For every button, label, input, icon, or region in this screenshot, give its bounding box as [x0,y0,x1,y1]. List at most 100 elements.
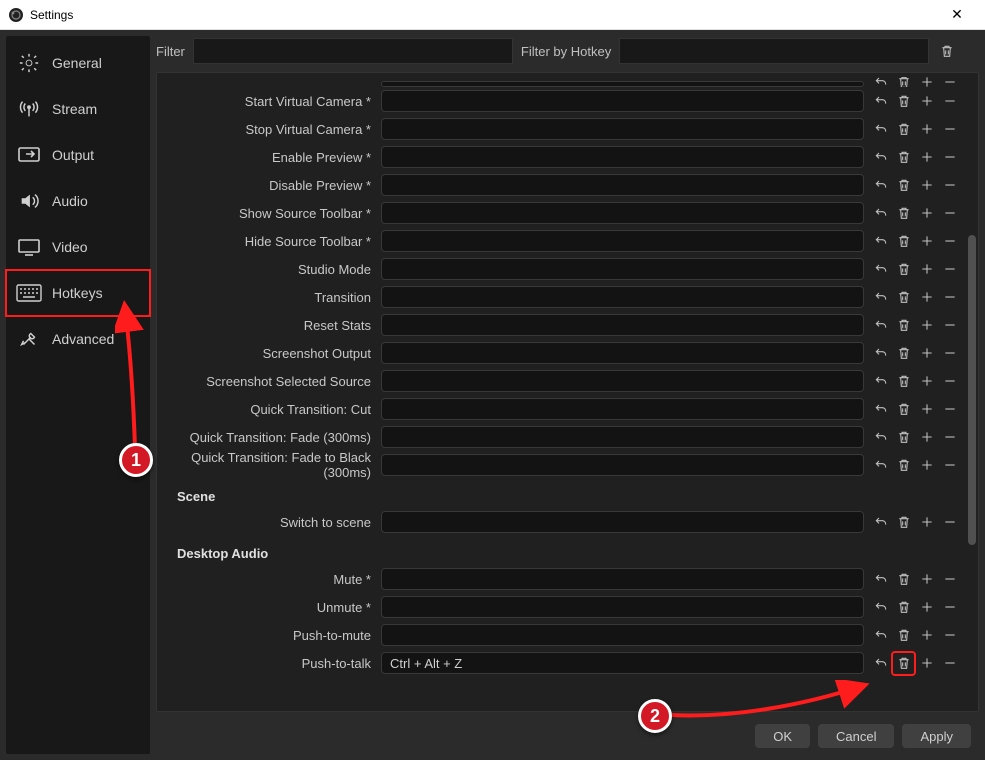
clear-filter-button[interactable] [937,41,957,61]
undo-button[interactable] [870,512,891,533]
minus-button[interactable] [939,512,960,533]
trash-button[interactable] [893,259,914,280]
plus-button[interactable] [916,399,937,420]
hotkey-input[interactable] [381,454,864,476]
trash-button[interactable] [893,315,914,336]
minus-button[interactable] [939,259,960,280]
minus-button[interactable] [939,231,960,252]
minus-button[interactable] [939,175,960,196]
plus-button[interactable] [916,371,937,392]
plus-button[interactable] [916,287,937,308]
filter-input[interactable] [193,38,513,64]
trash-button[interactable] [893,203,914,224]
hotkey-input[interactable] [381,230,864,252]
minus-button[interactable] [939,343,960,364]
hotkey-input[interactable] [381,146,864,168]
hotkey-input[interactable] [381,568,864,590]
scrollbar-thumb[interactable] [968,235,976,545]
plus-button[interactable] [916,653,937,674]
ok-button[interactable]: OK [755,724,810,748]
minus-button[interactable] [939,315,960,336]
trash-button[interactable] [893,569,914,590]
undo-button[interactable] [870,399,891,420]
plus-button[interactable] [916,427,937,448]
plus-button[interactable] [916,91,937,112]
plus-button[interactable] [916,175,937,196]
cancel-button[interactable]: Cancel [818,724,894,748]
sidebar-item-advanced[interactable]: Advanced [6,316,150,362]
trash-button[interactable] [893,455,914,476]
trash-button[interactable] [893,653,914,674]
minus-button[interactable] [939,119,960,140]
sidebar-item-output[interactable]: Output [6,132,150,178]
hotkey-input[interactable] [381,511,864,533]
plus-button[interactable] [916,231,937,252]
hotkey-input[interactable] [381,624,864,646]
trash-button[interactable] [893,597,914,618]
sidebar-item-audio[interactable]: Audio [6,178,150,224]
plus-button[interactable] [916,569,937,590]
hotkey-input[interactable] [381,342,864,364]
minus-button[interactable] [939,653,960,674]
undo-button[interactable] [870,569,891,590]
plus-button[interactable] [916,315,937,336]
plus-button[interactable] [916,259,937,280]
undo-button[interactable] [870,147,891,168]
undo-button[interactable] [870,119,891,140]
minus-button[interactable] [939,287,960,308]
minus-button[interactable] [939,597,960,618]
trash-button[interactable] [893,371,914,392]
hotkey-input[interactable] [381,118,864,140]
sidebar-item-video[interactable]: Video [6,224,150,270]
sidebar-item-general[interactable]: General [6,40,150,86]
minus-button[interactable] [939,91,960,112]
hotkey-input[interactable] [381,596,864,618]
trash-button[interactable] [893,399,914,420]
hotkey-input[interactable] [381,370,864,392]
sidebar-item-stream[interactable]: Stream [6,86,150,132]
hotkey-input[interactable] [381,314,864,336]
trash-button[interactable] [893,287,914,308]
minus-button[interactable] [939,455,960,476]
plus-button[interactable] [916,77,937,87]
undo-button[interactable] [870,91,891,112]
close-button[interactable]: ✕ [937,6,977,23]
hotkey-input[interactable] [381,652,864,674]
hotkey-input[interactable] [381,426,864,448]
undo-button[interactable] [870,427,891,448]
filter-hotkey-input[interactable] [619,38,929,64]
undo-button[interactable] [870,455,891,476]
hotkey-input[interactable] [381,202,864,224]
plus-button[interactable] [916,203,937,224]
undo-button[interactable] [870,597,891,618]
minus-button[interactable] [939,427,960,448]
trash-button[interactable] [893,147,914,168]
undo-button[interactable] [870,315,891,336]
plus-button[interactable] [916,625,937,646]
plus-button[interactable] [916,147,937,168]
undo-button[interactable] [870,259,891,280]
hotkey-input[interactable] [381,286,864,308]
undo-button[interactable] [870,231,891,252]
hotkey-input[interactable] [381,258,864,280]
minus-button[interactable] [939,203,960,224]
plus-button[interactable] [916,343,937,364]
minus-button[interactable] [939,147,960,168]
undo-button[interactable] [870,343,891,364]
trash-button[interactable] [893,512,914,533]
hotkey-input[interactable] [381,90,864,112]
trash-button[interactable] [893,91,914,112]
plus-button[interactable] [916,512,937,533]
trash-button[interactable] [893,427,914,448]
plus-button[interactable] [916,597,937,618]
plus-button[interactable] [916,119,937,140]
hotkey-input[interactable] [381,398,864,420]
trash-button[interactable] [893,343,914,364]
hotkey-input[interactable] [381,174,864,196]
trash-button[interactable] [893,231,914,252]
undo-button[interactable] [870,203,891,224]
trash-button[interactable] [893,625,914,646]
minus-button[interactable] [939,569,960,590]
undo-button[interactable] [870,371,891,392]
trash-button[interactable] [893,77,914,87]
